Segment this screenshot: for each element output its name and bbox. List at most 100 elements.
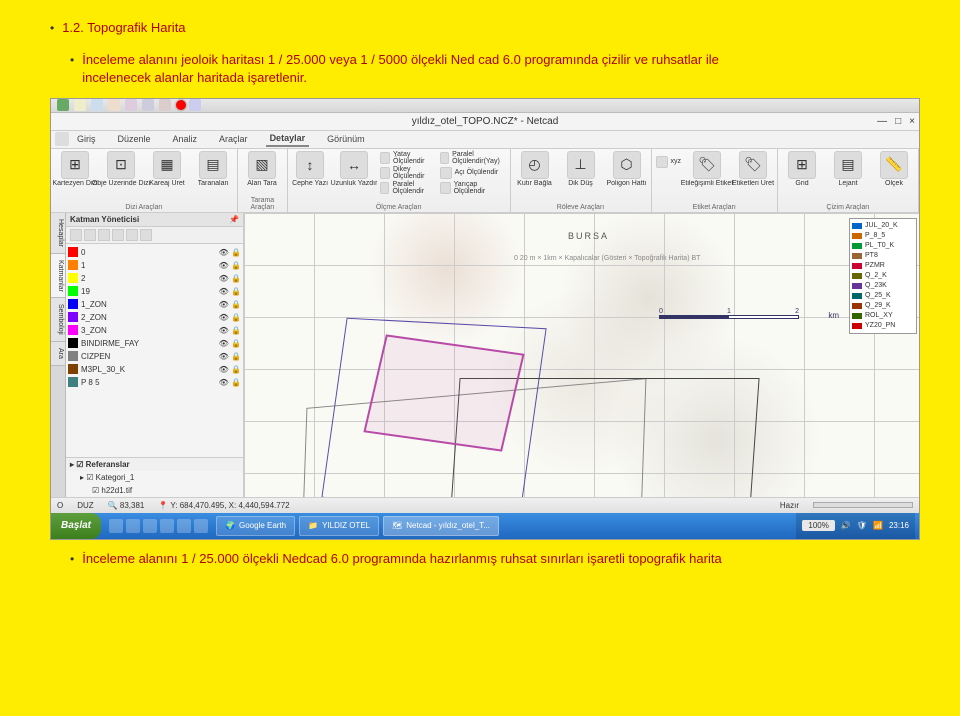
tray-icon[interactable]: 🛡 — [857, 521, 867, 530]
tool-paralel-yay[interactable]: Paralel Ölçülendir(Yay) — [440, 151, 506, 165]
ql-icon[interactable] — [126, 519, 140, 533]
vtab-katmanlar[interactable]: Katmanlar — [51, 254, 65, 299]
map-canvas[interactable]: BURSA 0 20 m × 1km × Kapalıcalar (Göster… — [244, 213, 919, 497]
layer-tool-icon[interactable] — [112, 229, 124, 241]
scale-bar: 012 — [659, 308, 799, 322]
vertical-tab-bar: Hesaplar Katmanlar Semboloji Ara — [51, 213, 66, 497]
layer-tool-icon[interactable] — [98, 229, 110, 241]
record-icon[interactable] — [176, 100, 186, 110]
tool-aci-olcu[interactable]: Açı Ölçülendir — [440, 166, 506, 180]
layer-item[interactable]: P 8 5👁 🔒 — [68, 376, 241, 389]
ql-icon[interactable] — [109, 519, 123, 533]
tab-gorunum[interactable]: Görünüm — [323, 132, 369, 146]
tool-yatay-olcu[interactable]: Yatay Ölçülendir — [380, 151, 434, 165]
layer-item[interactable]: 1_ZON👁 🔒 — [68, 298, 241, 311]
layer-tool-icon[interactable] — [70, 229, 82, 241]
vtab-ara[interactable]: Ara — [51, 342, 65, 366]
taskbar-item-folder[interactable]: 📁 YILDIZ OTEL — [299, 516, 379, 536]
ribbon-group-label: Dizi Araçları — [55, 203, 233, 212]
km-label: km — [828, 311, 839, 320]
new-icon[interactable] — [74, 99, 86, 111]
tool-kartezyen-dizi[interactable]: ⊞Kartezyen Dizi — [55, 151, 95, 187]
tray-icon[interactable]: 🔊 — [841, 521, 851, 530]
tool-alan-tara[interactable]: ▧Alan Tara — [242, 151, 282, 187]
layer-item[interactable]: 3_ZON👁 🔒 — [68, 324, 241, 337]
open-icon[interactable] — [91, 99, 103, 111]
status-duz[interactable]: DUZ — [77, 501, 93, 510]
legend-item: PZMR — [852, 261, 914, 271]
layer-item[interactable]: 0👁 🔒 — [68, 246, 241, 259]
status-o: O — [57, 501, 63, 510]
tool-etiketuret[interactable]: 🏷Etiketleri Üret — [733, 151, 773, 187]
tool-paralel-olcu[interactable]: Paralel Ölçülendir — [380, 181, 434, 195]
tool-cephe[interactable]: ↕Cephe Yazı — [292, 151, 328, 195]
tool-obje-dizi[interactable]: ⊡Obje Üzerinde Dizi — [101, 151, 141, 187]
ribbon-tabs: Giriş Düzenle Analiz Araçlar Detaylar Gö… — [51, 131, 919, 149]
tool-icon[interactable] — [159, 99, 171, 111]
start-button[interactable]: Başlat — [51, 513, 101, 539]
maximize-icon[interactable]: □ — [895, 116, 901, 127]
tool-xyz[interactable]: xyz — [656, 155, 682, 169]
tab-analiz[interactable]: Analiz — [169, 132, 202, 146]
tab-duzenle[interactable]: Düzenle — [114, 132, 155, 146]
tool-olcek[interactable]: 📏Ölçek — [874, 151, 914, 187]
print-icon[interactable] — [125, 99, 137, 111]
tool-lejant[interactable]: ▤Lejant — [828, 151, 868, 187]
tool-poligon[interactable]: ⬡Poligon Hattı — [607, 151, 647, 187]
layer-item[interactable]: M3PL_30_K👁 🔒 — [68, 363, 241, 376]
layer-tool-icon[interactable] — [84, 229, 96, 241]
ref-item[interactable]: ▸ ☑ Kategori_1 — [66, 471, 243, 484]
status-bar: O DUZ 🔍 83,381 📍 Y: 684,470.495, X: 4,44… — [51, 497, 919, 513]
tool-etiket[interactable]: 🏷Etileğişimli Etiket — [687, 151, 727, 187]
tray-icon[interactable]: 📶 — [873, 521, 883, 530]
tool-grid[interactable]: ⊞Grid — [782, 151, 822, 187]
layer-panel: Katman Yöneticisi 📌 0👁 🔒1👁 🔒2👁 🔒19👁 🔒1_Z… — [66, 213, 244, 497]
close-icon[interactable]: × — [909, 116, 915, 127]
panel-pin-icon[interactable]: 📌 — [229, 215, 239, 224]
minimize-icon[interactable]: — — [877, 116, 887, 127]
layer-item[interactable]: 1👁 🔒 — [68, 259, 241, 272]
tool-uzunluk[interactable]: ↔Uzunluk Yazdır — [334, 151, 374, 195]
layer-item[interactable]: BINDIRME_FAY👁 🔒 — [68, 337, 241, 350]
ribbon-group-label: Çizim Araçları — [782, 203, 914, 212]
tool-dik[interactable]: ⊥Dik Düş — [561, 151, 601, 187]
layer-item[interactable]: 2_ZON👁 🔒 — [68, 311, 241, 324]
quick-access-toolbar[interactable] — [51, 99, 919, 113]
layer-tool-icon[interactable] — [140, 229, 152, 241]
ref-item[interactable]: ☑ h22d1.tif — [66, 484, 243, 497]
ql-icon[interactable] — [160, 519, 174, 533]
tab-detaylar[interactable]: Detaylar — [266, 131, 310, 147]
tab-araclar[interactable]: Araçlar — [215, 132, 252, 146]
references-section[interactable]: ▸ ☑ Referanslar — [66, 457, 243, 471]
tool-kutir[interactable]: ◴Kutır Bağla — [515, 151, 555, 187]
taskbar-item-earth[interactable]: 🌍 Google Earth — [216, 516, 295, 536]
legend-item: JUL_20_K — [852, 221, 914, 231]
ribbon-group-label: Ölçme Araçları — [292, 203, 505, 212]
tool-kareaj[interactable]: ▦Kareaj Üret — [147, 151, 187, 187]
layer-item[interactable]: 2👁 🔒 — [68, 272, 241, 285]
back-icon[interactable] — [55, 132, 69, 146]
ribbon-group-label: Röleve Araçları — [515, 203, 647, 212]
tool-yaricap-olcu[interactable]: Yarıçap Ölçülendir — [440, 181, 506, 195]
tab-giris[interactable]: Giriş — [73, 132, 100, 146]
zoom-badge[interactable]: 100% — [802, 520, 834, 531]
tool-dikey-olcu[interactable]: Dikey Ölçülendir — [380, 166, 434, 180]
legend-item: PL_T0_K — [852, 241, 914, 251]
ql-icon[interactable] — [194, 519, 208, 533]
layer-tool-icon[interactable] — [126, 229, 138, 241]
bullet-icon: • — [50, 21, 54, 35]
tray-clock[interactable]: 23:16 — [889, 521, 909, 530]
vtab-hesaplar[interactable]: Hesaplar — [51, 213, 65, 254]
tool-taranalan[interactable]: ▤Taranalan — [193, 151, 233, 187]
tool-icon[interactable] — [189, 99, 201, 111]
title-bar[interactable]: yıldız_otel_TOPO.NCZ* - Netcad — □ × — [51, 113, 919, 131]
legend-item: Q_23K — [852, 281, 914, 291]
taskbar-item-netcad[interactable]: 🗺 Netcad - yıldız_otel_T... — [383, 516, 499, 536]
ql-icon[interactable] — [143, 519, 157, 533]
save-icon[interactable] — [108, 99, 120, 111]
vtab-semboloji[interactable]: Semboloji — [51, 298, 65, 342]
ql-icon[interactable] — [177, 519, 191, 533]
layer-item[interactable]: CIZPEN👁 🔒 — [68, 350, 241, 363]
layer-item[interactable]: 19👁 🔒 — [68, 285, 241, 298]
tool-icon[interactable] — [142, 99, 154, 111]
